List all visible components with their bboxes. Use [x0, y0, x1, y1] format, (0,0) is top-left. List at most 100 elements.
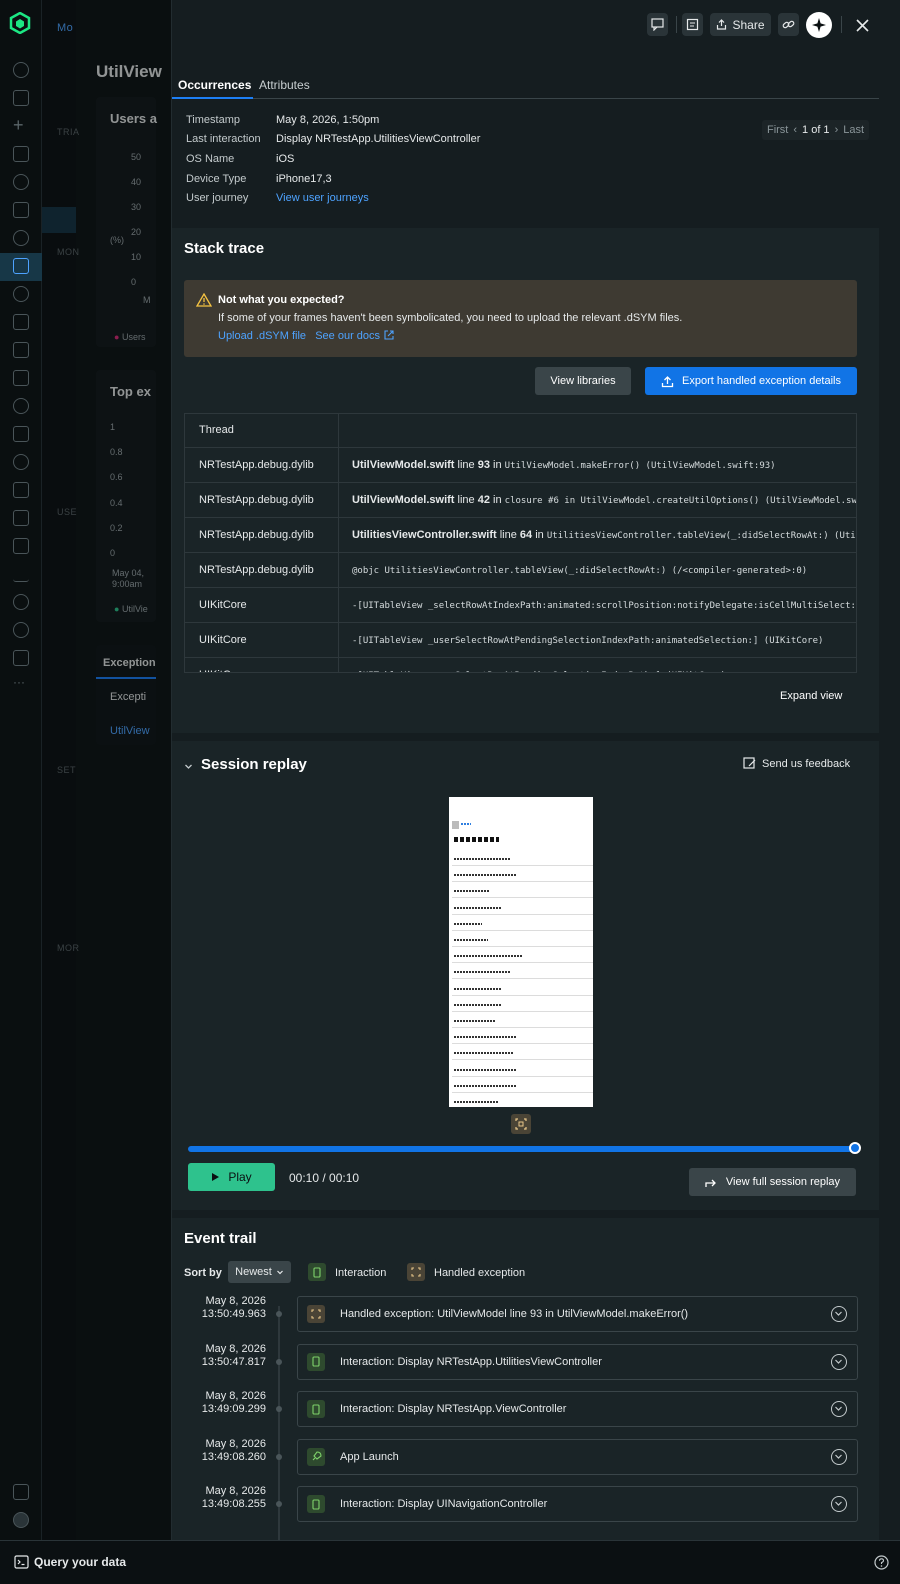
apm-icon[interactable]: [13, 314, 29, 330]
event-card[interactable]: Interaction: Display NRTestApp.ViewContr…: [297, 1391, 858, 1427]
infrastructure-icon[interactable]: [13, 426, 29, 442]
masked-list-row: [454, 922, 482, 925]
logs-icon[interactable]: [13, 342, 29, 358]
frame-code: UtilitiesViewController.tableView(_:didS…: [546, 531, 857, 541]
pager-count: 1 of 1: [802, 124, 830, 136]
stack-frame-row[interactable]: NRTestApp.debug.dylib UtilViewModel.swift…: [185, 448, 856, 483]
expand-event-chevron-icon[interactable]: [831, 1496, 847, 1512]
send-feedback-button[interactable]: Send us feedback: [743, 757, 850, 771]
see-docs-link[interactable]: See our docs: [315, 330, 380, 342]
copy-link-button[interactable]: [778, 13, 799, 36]
pulse-icon[interactable]: [13, 566, 29, 582]
masked-list-row: [454, 1101, 498, 1103]
modal-backdrop[interactable]: [42, 0, 172, 1540]
event-card[interactable]: App Launch: [297, 1438, 858, 1475]
timeline-dot: [276, 1358, 282, 1365]
masked-list-row: [454, 1084, 516, 1087]
entities-icon[interactable]: [13, 174, 29, 190]
event-time: 13:50:47.817: [201, 1355, 266, 1368]
expand-event-chevron-icon[interactable]: [831, 1306, 847, 1322]
masked-list-row: [454, 1003, 502, 1006]
help-icon[interactable]: [874, 1555, 889, 1570]
announcements-icon[interactable]: [13, 1484, 29, 1500]
frame-in-word: in: [493, 494, 502, 506]
pager-last[interactable]: Last: [843, 124, 864, 136]
view-libraries-button[interactable]: View libraries: [535, 367, 631, 395]
stack-frame-row[interactable]: NRTestApp.debug.dylib @objc UtilitiesView…: [185, 553, 856, 588]
pager-first[interactable]: First: [767, 124, 788, 136]
handled-exception-marker[interactable]: [511, 1114, 531, 1134]
event-card[interactable]: Interaction: Display NRTestApp.Utilities…: [297, 1343, 858, 1380]
legend-handled-label: Handled exception: [434, 1267, 526, 1279]
event-timestamp: May 8, 2026 13:50:49.963: [184, 1295, 266, 1321]
user-avatar-icon[interactable]: [13, 1512, 29, 1528]
frame-line-number: 93: [477, 459, 490, 471]
expand-event-chevron-icon[interactable]: [831, 1401, 847, 1417]
expand-event-chevron-icon[interactable]: [831, 1353, 847, 1370]
list-divider: [452, 1075, 593, 1077]
query-bar-label: Query your data: [34, 1555, 127, 1569]
chevron-down-icon[interactable]: [184, 762, 193, 771]
stack-frame-row[interactable]: UIKitCore -[UITableView _selectRowAtIndex…: [185, 588, 857, 623]
tab-attributes[interactable]: Attributes: [259, 78, 310, 92]
upload-dsym-link[interactable]: Upload .dSYM file: [218, 330, 306, 342]
play-button[interactable]: Play: [188, 1163, 275, 1191]
browser-icon[interactable]: [13, 286, 29, 302]
event-card[interactable]: Handled exception: UtilViewModel line 93…: [297, 1296, 858, 1332]
home-icon[interactable]: [13, 90, 29, 106]
expand-event-chevron-icon[interactable]: [831, 1448, 847, 1465]
sort-value: Newest: [235, 1266, 272, 1278]
queries-icon[interactable]: [13, 538, 29, 554]
replay-progress-bar[interactable]: [188, 1146, 855, 1152]
timeline-dot: [276, 1453, 282, 1460]
frame-thread: UIKitCore: [199, 669, 247, 672]
close-icon: [855, 18, 869, 32]
search-icon[interactable]: [13, 62, 29, 78]
ai-assistant-button[interactable]: [806, 12, 832, 38]
comment-button[interactable]: [647, 13, 668, 36]
frame-line-word: line: [457, 494, 475, 506]
close-button[interactable]: [851, 14, 873, 36]
attr-label-last-interaction: Last interaction: [186, 133, 261, 145]
share-button[interactable]: Share: [710, 13, 771, 36]
integrations-icon[interactable]: [13, 454, 29, 470]
newrelic-logo-icon[interactable]: [9, 12, 31, 34]
frame-code: -[UITableView _selectRowAtIndexPath:anim…: [352, 601, 857, 611]
gauge-icon[interactable]: [13, 622, 29, 638]
replay-scrubber-handle[interactable]: [849, 1142, 861, 1154]
attr-label-os-name: OS Name: [186, 153, 235, 165]
stack-frame-row[interactable]: UIKitCore -[UITableView _userSelectRowAtP…: [185, 623, 856, 658]
inbox-icon[interactable]: [13, 510, 29, 526]
chevron-right-icon[interactable]: ›: [835, 124, 839, 136]
event-time: 13:50:49.963: [201, 1308, 266, 1320]
expand-view-button[interactable]: Expand view: [780, 690, 842, 702]
apps-icon[interactable]: [13, 146, 29, 162]
add-icon[interactable]: +: [13, 116, 29, 134]
query-bar[interactable]: Query your data: [0, 1540, 900, 1584]
users-icon[interactable]: [13, 594, 29, 610]
frame-thread: UIKitCore: [199, 599, 247, 611]
chevron-left-icon[interactable]: ‹: [793, 124, 797, 136]
export-exception-button[interactable]: Export handled exception details: [645, 367, 857, 395]
stack-frame-row[interactable]: NRTestApp.debug.dylib UtilViewModel.swift…: [185, 483, 856, 518]
frame-detail: -[UITableView _userSelectRowAtPendingSel…: [352, 634, 823, 646]
attr-value-timestamp: May 8, 2026, 1:50pm: [276, 114, 380, 126]
notes-button[interactable]: [682, 13, 703, 36]
stack-frame-row[interactable]: UIKitCore -[UITableView _userSelectRowAtP…: [185, 658, 856, 672]
synthetics-icon[interactable]: [13, 482, 29, 498]
alerts-icon[interactable]: [13, 230, 29, 246]
more-icon[interactable]: ···: [13, 676, 29, 694]
sort-select[interactable]: Newest: [228, 1261, 291, 1283]
mobile-icon[interactable]: [13, 258, 29, 274]
reports-icon[interactable]: [13, 650, 29, 666]
errors-inbox-icon[interactable]: [13, 398, 29, 414]
event-card[interactable]: Interaction: Display UINavigationControl…: [297, 1486, 858, 1522]
ai-monitoring-icon[interactable]: [13, 370, 29, 386]
event-timestamp: May 8, 2026 13:49:09.299: [184, 1390, 266, 1416]
stack-frame-row[interactable]: NRTestApp.debug.dylib UtilitiesViewContro…: [185, 518, 857, 553]
tab-occurrences[interactable]: Occurrences: [178, 78, 251, 92]
legend-interaction-tag: [308, 1263, 326, 1281]
dashboards-icon[interactable]: [13, 202, 29, 218]
view-full-session-replay-button[interactable]: View full session replay: [689, 1168, 856, 1196]
view-user-journeys-link[interactable]: View user journeys: [276, 192, 369, 204]
